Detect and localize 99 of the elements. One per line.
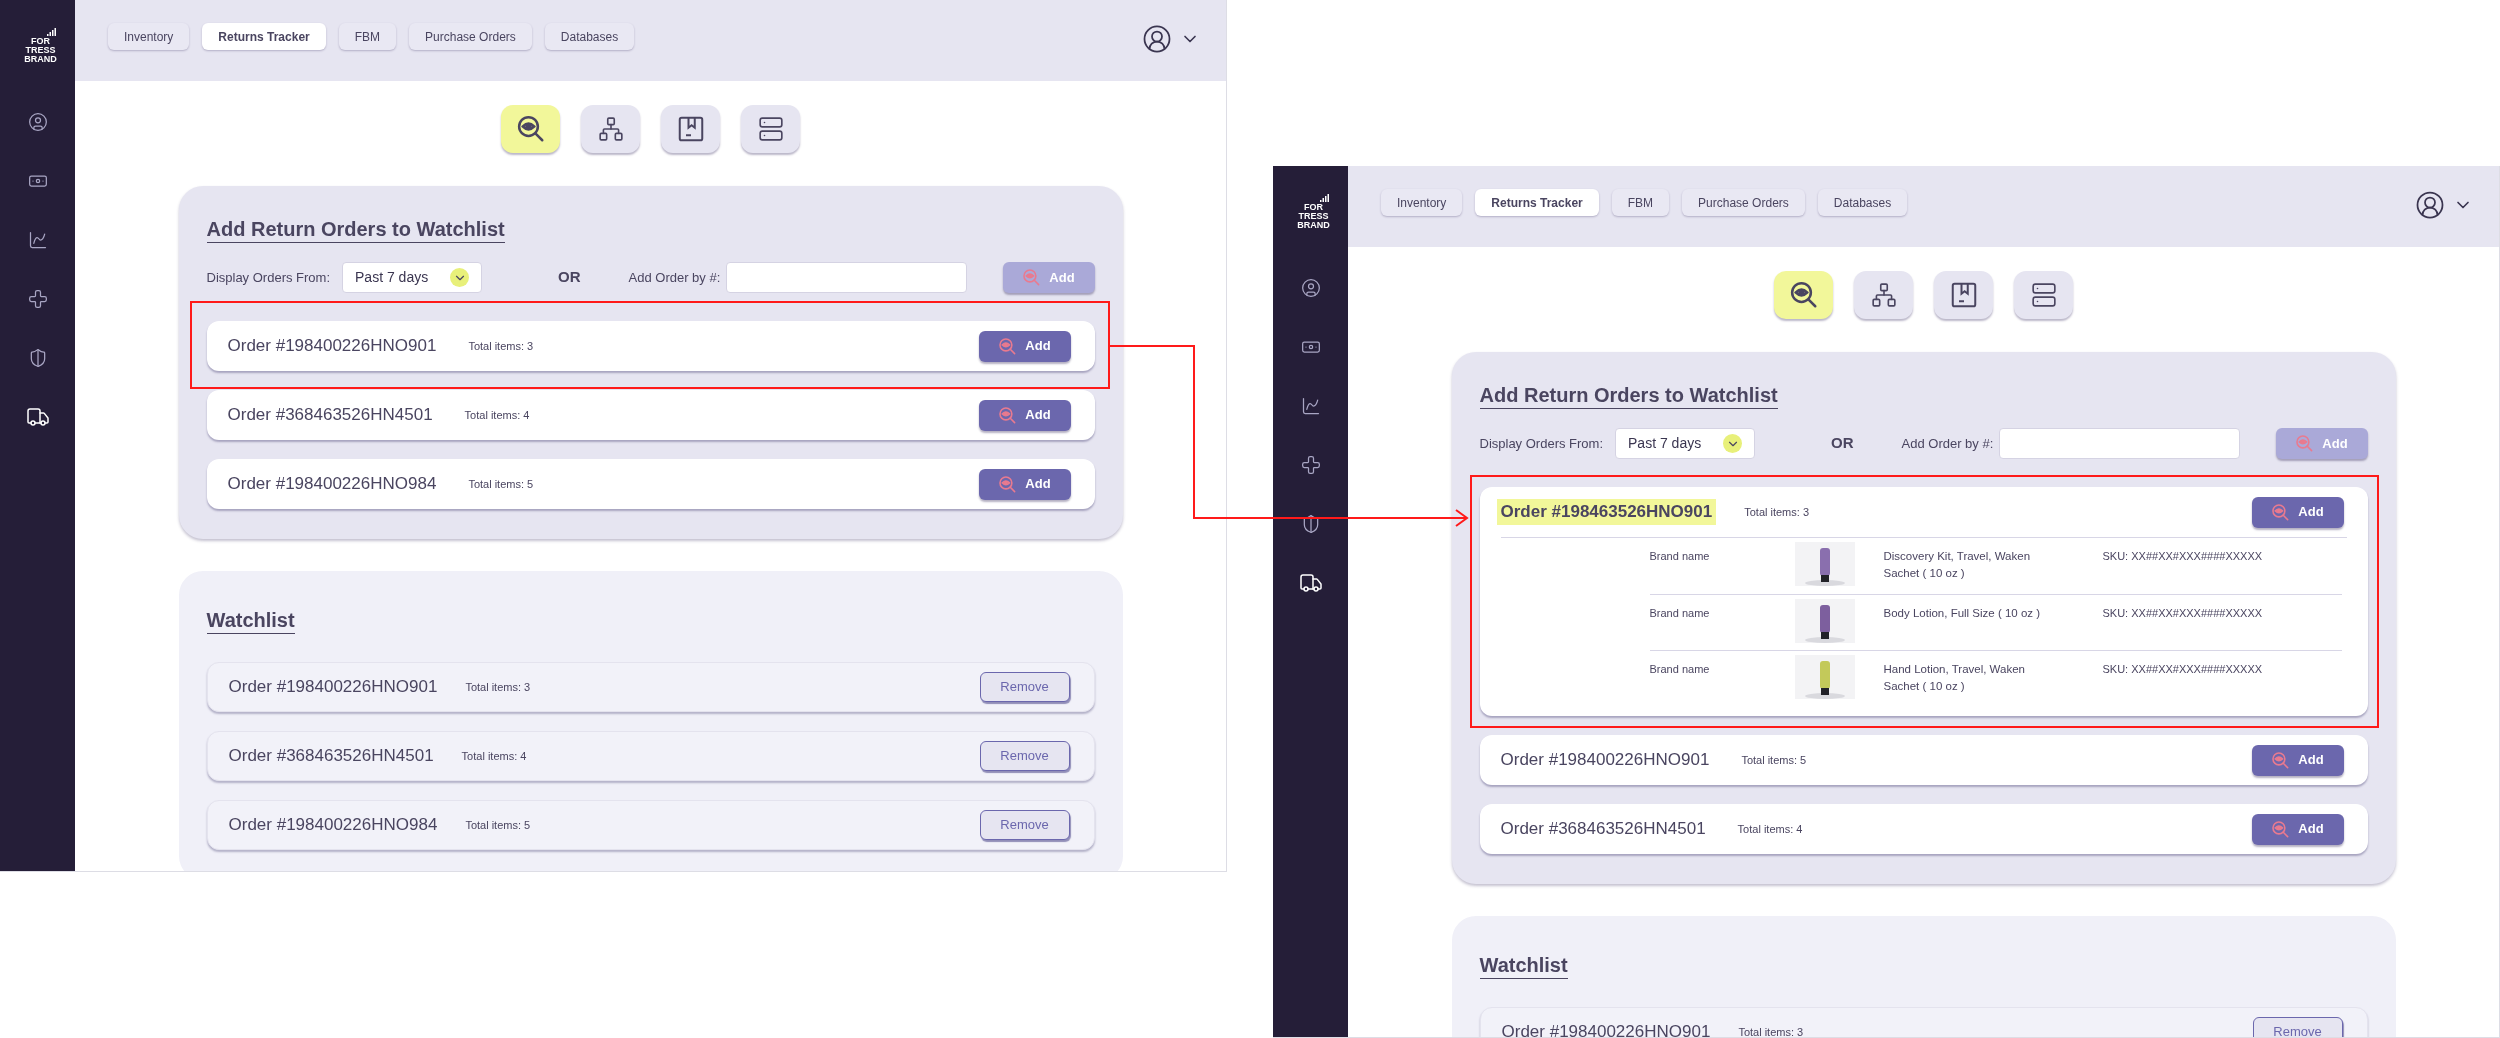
total-items: Total items: 4: [1737, 821, 1803, 837]
total-items: Total items: 3: [465, 679, 531, 695]
view-button[interactable]: [741, 105, 800, 153]
brand-logo: FOR TRESS BRAND: [17, 28, 58, 64]
nav-tab[interactable]: Inventory: [1381, 189, 1463, 216]
total-items: Total items: 4: [464, 407, 530, 423]
total-items: Total items: 3: [468, 338, 534, 354]
view-button[interactable]: [501, 105, 560, 153]
chevron-down-icon: [450, 268, 470, 287]
view-button[interactable]: [1934, 271, 1993, 319]
eye-search-icon: [998, 336, 1018, 356]
period-dropdown[interactable]: Past 7 days: [1615, 428, 1756, 459]
remove-button[interactable]: Remove: [2252, 1017, 2343, 1037]
add-button[interactable]: Add: [2251, 744, 2344, 776]
section-title: Add Return Orders to Watchlist: [206, 216, 505, 243]
person-badge-icon: [27, 112, 48, 132]
product-description: Discovery Kit, Travel, Waken Sachet ( 10 oz ): [1883, 549, 2032, 581]
order-number: Order #198400226HNO984: [226, 473, 438, 496]
order-number: Order #368463526HN4501: [228, 745, 434, 768]
section-title: Watchlist: [206, 607, 295, 634]
nav-tab[interactable]: Databases: [1817, 189, 1908, 216]
product-description: Hand Lotion, Travel, Waken Sachet ( 10 oz ): [1883, 662, 2026, 694]
chart-icon: [1300, 396, 1321, 416]
sku: SKU: XX##XX#XXX####XXXXX: [2102, 549, 2263, 564]
total-items: Total items: 5: [468, 476, 534, 492]
eye-search-icon: [1788, 280, 1819, 310]
remove-button[interactable]: Remove: [979, 672, 1070, 702]
nav-tab[interactable]: Returns Tracker: [1475, 189, 1599, 216]
hierarchy-icon: [597, 116, 624, 142]
order-number: Order #198400226HNO901: [228, 676, 438, 699]
server-icon: [2030, 282, 2057, 308]
nav-tab[interactable]: Purchase Orders: [1682, 189, 1805, 216]
truck-icon: [25, 405, 50, 429]
person-badge-icon: [1300, 278, 1321, 298]
section-title: Watchlist: [1479, 952, 1568, 979]
chevron-down-icon: [1723, 434, 1743, 453]
view-button[interactable]: [1774, 271, 1833, 319]
nav-tab[interactable]: FBM: [338, 23, 397, 50]
eye-search-icon: [998, 405, 1018, 425]
add-button[interactable]: Add: [978, 399, 1071, 431]
avatar-icon: [2415, 189, 2445, 220]
remove-button[interactable]: Remove: [979, 810, 1070, 840]
period-dropdown[interactable]: Past 7 days: [342, 262, 483, 293]
or-label: OR: [558, 267, 581, 288]
total-items: Total items: 5: [1741, 752, 1807, 768]
hierarchy-icon: [1870, 282, 1897, 308]
view-button[interactable]: [581, 105, 640, 153]
filter-label: Display Orders From:: [206, 268, 331, 287]
nav-tab[interactable]: Returns Tracker: [202, 23, 326, 50]
nav-tab[interactable]: Inventory: [108, 23, 190, 50]
filter-label: Display Orders From:: [1479, 434, 1604, 453]
order-number-field[interactable]: [726, 262, 968, 293]
nav-tab[interactable]: Databases: [544, 23, 635, 50]
sku: SKU: XX##XX#XXX####XXXXX: [2102, 662, 2263, 677]
order-number-label: Add Order by #:: [1901, 434, 1994, 453]
avatar-icon: [1142, 23, 1172, 54]
section-title: Add Return Orders to Watchlist: [1479, 382, 1778, 409]
add-button[interactable]: Add: [978, 468, 1071, 500]
server-icon: [757, 116, 784, 142]
order-number: Order #198463526HNO901: [1496, 499, 1717, 525]
eye-search-icon: [2295, 434, 2315, 453]
total-items: Total items: 3: [1738, 1024, 1804, 1037]
view-button[interactable]: [2014, 271, 2073, 319]
remove-button[interactable]: Remove: [979, 741, 1070, 771]
or-label: OR: [1831, 433, 1854, 454]
nav-tab[interactable]: FBM: [1611, 189, 1670, 216]
cross-icon: [1300, 455, 1321, 475]
order-number: Order #198400226HNO901: [226, 335, 438, 358]
order-number: Order #368463526HN4501: [1499, 818, 1707, 841]
order-number: Order #198400226HNO901: [1501, 1021, 1711, 1037]
order-number: Order #368463526HN4501: [226, 404, 434, 427]
order-number-label: Add Order by #:: [628, 268, 721, 287]
eye-search-icon: [2271, 502, 2291, 522]
sku: SKU: XX##XX#XXX####XXXXX: [2102, 606, 2263, 621]
chart-icon: [27, 230, 48, 250]
brand-name: Brand name: [1649, 606, 1711, 621]
order-number-field[interactable]: [1999, 428, 2241, 459]
order-number: Order #198400226HNO901: [1499, 749, 1711, 772]
total-items: Total items: 3: [1744, 504, 1809, 520]
brand-name: Brand name: [1649, 662, 1711, 677]
add-button[interactable]: Add: [978, 330, 1071, 362]
view-button[interactable]: [661, 105, 720, 153]
nav-tab[interactable]: Purchase Orders: [409, 23, 532, 50]
view-button[interactable]: [1854, 271, 1913, 319]
eye-search-icon: [998, 474, 1018, 494]
total-items: Total items: 5: [465, 817, 531, 833]
cross-icon: [27, 289, 48, 309]
eye-search-icon: [1022, 268, 1042, 287]
product-description: Body Lotion, Full Size ( 10 oz ): [1883, 606, 2042, 621]
truck-icon: [1298, 571, 1323, 595]
eye-search-icon: [2271, 750, 2291, 770]
add-button[interactable]: Add: [2251, 813, 2344, 845]
brand-logo: FOR TRESS BRAND: [1290, 194, 1331, 230]
total-items: Total items: 4: [461, 748, 527, 764]
order-number: Order #198400226HNO984: [228, 814, 438, 837]
eye-search-icon: [515, 114, 546, 144]
add-button[interactable]: Add: [2251, 496, 2344, 528]
eye-search-icon: [2271, 819, 2291, 839]
brand-name: Brand name: [1649, 549, 1711, 564]
